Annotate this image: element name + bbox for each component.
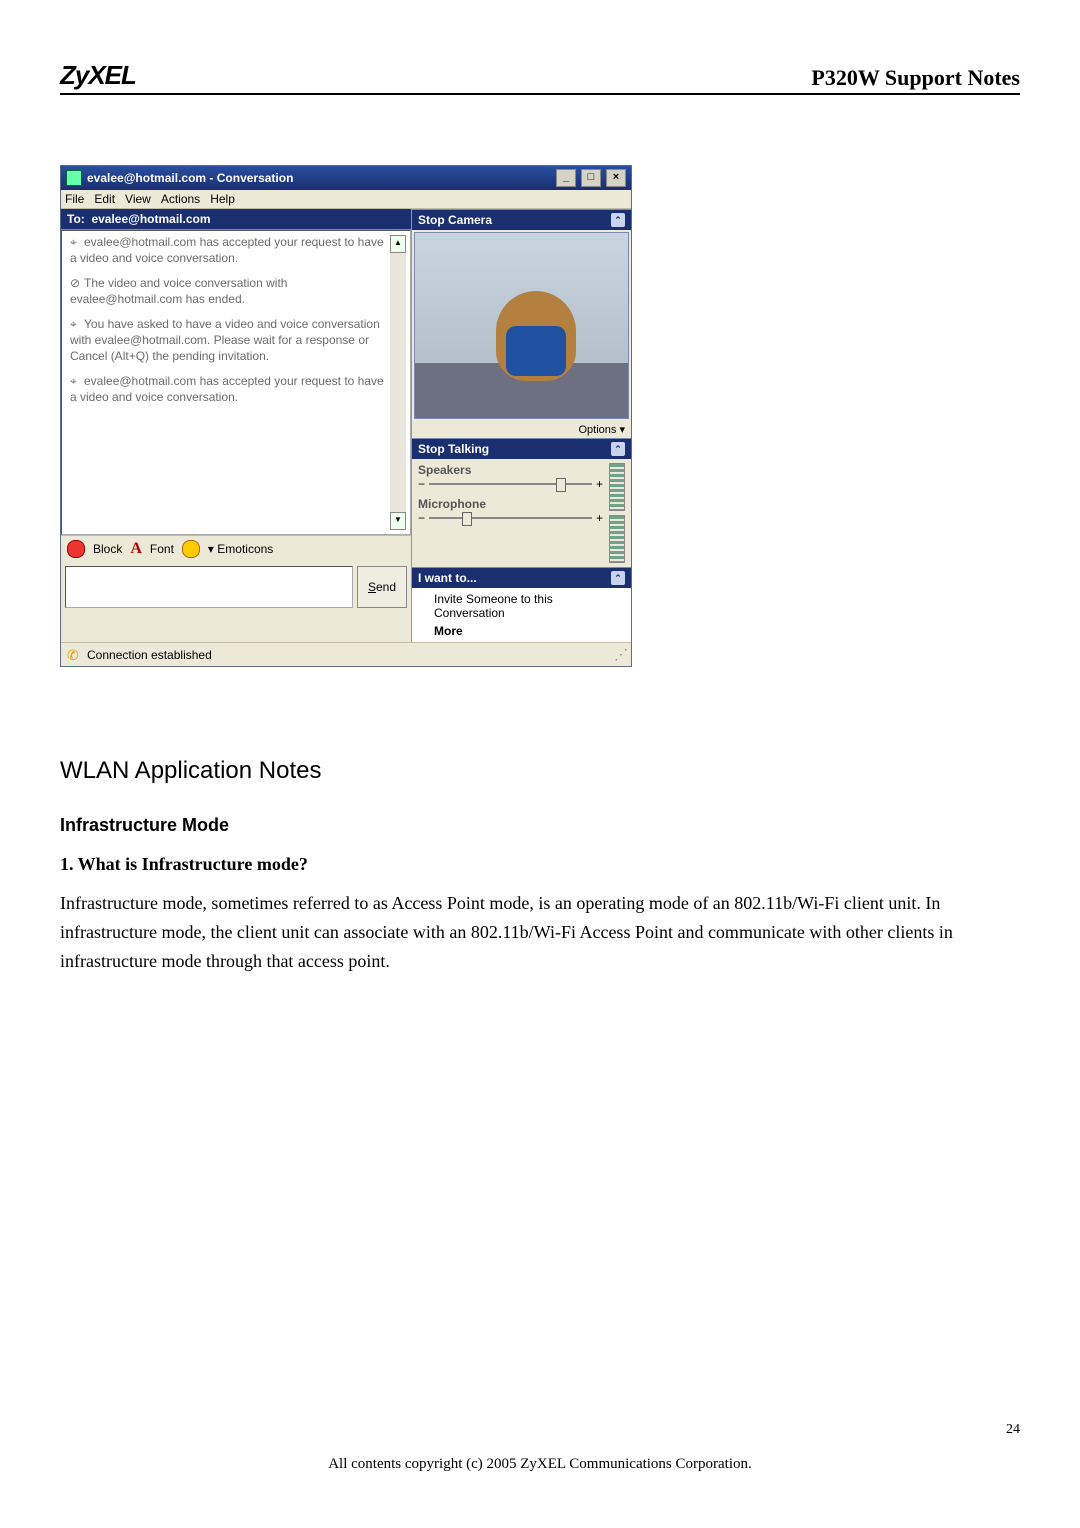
compose-area: Send: [61, 562, 411, 612]
scroll-down-button[interactable]: ▼: [390, 512, 406, 530]
microphone-label: Microphone: [418, 497, 603, 511]
menu-actions[interactable]: Actions: [161, 192, 200, 206]
mic-vu-meter: [609, 515, 625, 563]
collapse-icon[interactable]: ⌃: [611, 571, 625, 585]
emoticons-button[interactable]: ▾ Emoticons: [208, 542, 273, 556]
window-title: evalee@hotmail.com - Conversation: [87, 171, 293, 185]
webcam-icon: ⌖: [70, 374, 84, 390]
status-text: Connection established: [87, 648, 212, 662]
mic-plus[interactable]: +: [596, 511, 603, 525]
stop-talking-header[interactable]: Stop Talking ⌃: [412, 438, 631, 459]
scroll-track[interactable]: [390, 253, 406, 512]
i-want-to-header[interactable]: I want to... ⌃: [412, 567, 631, 588]
more-link[interactable]: More: [412, 622, 631, 640]
message-4: evalee@hotmail.com has accepted your req…: [70, 374, 384, 404]
video-preview: [414, 232, 629, 419]
font-icon[interactable]: A: [130, 540, 142, 558]
emoticon-icon[interactable]: [182, 540, 200, 558]
menu-bar: File Edit View Actions Help: [61, 190, 631, 209]
status-bar: ✆ Connection established ⋰: [61, 642, 631, 666]
connection-icon: ✆: [67, 648, 81, 662]
section-heading: WLAN Application Notes: [60, 757, 1020, 785]
page-number: 24: [1006, 1422, 1020, 1438]
message-2: The video and voice conversation with ev…: [70, 276, 287, 306]
teddy-bear-image: [496, 291, 576, 381]
collapse-icon[interactable]: ⌃: [611, 213, 625, 227]
webcam-icon: ⌖: [70, 317, 84, 333]
speaker-plus[interactable]: +: [596, 477, 603, 491]
msn-conversation-window: evalee@hotmail.com - Conversation _ □ × …: [60, 165, 632, 667]
app-icon: [66, 170, 82, 186]
scroll-up-button[interactable]: ▲: [390, 235, 406, 253]
window-titlebar[interactable]: evalee@hotmail.com - Conversation _ □ ×: [61, 166, 631, 190]
video-options-menu[interactable]: Options ▾: [412, 421, 631, 438]
block-icon[interactable]: [67, 540, 85, 558]
stop-icon: ⊘: [70, 276, 84, 292]
question-heading: 1. What is Infrastructure mode?: [60, 854, 1020, 875]
to-label: To:: [67, 212, 85, 226]
stop-talking-label: Stop Talking: [418, 442, 489, 456]
collapse-icon[interactable]: ⌃: [611, 442, 625, 456]
stop-camera-header[interactable]: Stop Camera ⌃: [412, 209, 631, 230]
conversation-history: ⌖evalee@hotmail.com has accepted your re…: [61, 230, 411, 535]
resize-grip[interactable]: ⋰: [614, 646, 625, 663]
menu-help[interactable]: Help: [210, 192, 235, 206]
page-header: ZyXEL P320W Support Notes: [60, 60, 1020, 95]
speakers-label: Speakers: [418, 463, 603, 477]
to-value: evalee@hotmail.com: [91, 212, 210, 226]
mic-slider[interactable]: [429, 517, 592, 519]
invite-someone-link[interactable]: Invite Someone to this Conversation: [412, 590, 631, 622]
conversation-scrollbar[interactable]: ▲ ▼: [390, 235, 406, 530]
minimize-button[interactable]: _: [556, 169, 576, 187]
stop-camera-label: Stop Camera: [418, 213, 492, 227]
menu-edit[interactable]: Edit: [94, 192, 115, 206]
copyright-footer: All contents copyright (c) 2005 ZyXEL Co…: [0, 1456, 1080, 1473]
block-button[interactable]: Block: [93, 542, 122, 556]
speaker-slider[interactable]: [429, 483, 592, 485]
close-button[interactable]: ×: [606, 169, 626, 187]
menu-view[interactable]: View: [125, 192, 151, 206]
font-button[interactable]: Font: [150, 542, 174, 556]
audio-controls: Speakers − + Microphone − +: [412, 459, 631, 567]
message-input[interactable]: [65, 566, 353, 608]
document-title: P320W Support Notes: [811, 65, 1020, 91]
body-paragraph: Infrastructure mode, sometimes referred …: [60, 889, 1020, 975]
mic-minus[interactable]: −: [418, 511, 425, 525]
speaker-vu-meter: [609, 463, 625, 511]
message-3: You have asked to have a video and voice…: [70, 317, 380, 362]
i-want-to-label: I want to...: [418, 571, 477, 585]
send-button[interactable]: Send: [357, 566, 407, 608]
subsection-heading: Infrastructure Mode: [60, 815, 1020, 836]
message-1: evalee@hotmail.com has accepted your req…: [70, 235, 384, 265]
webcam-icon: ⌖: [70, 235, 84, 251]
format-toolbar: Block A Font ▾ Emoticons: [61, 535, 411, 562]
maximize-button[interactable]: □: [581, 169, 601, 187]
speaker-minus[interactable]: −: [418, 477, 425, 491]
to-field: To: evalee@hotmail.com: [61, 209, 411, 230]
i-want-to-list: Invite Someone to this Conversation More: [412, 588, 631, 642]
brand-logo: ZyXEL: [60, 60, 136, 91]
menu-file[interactable]: File: [65, 192, 84, 206]
